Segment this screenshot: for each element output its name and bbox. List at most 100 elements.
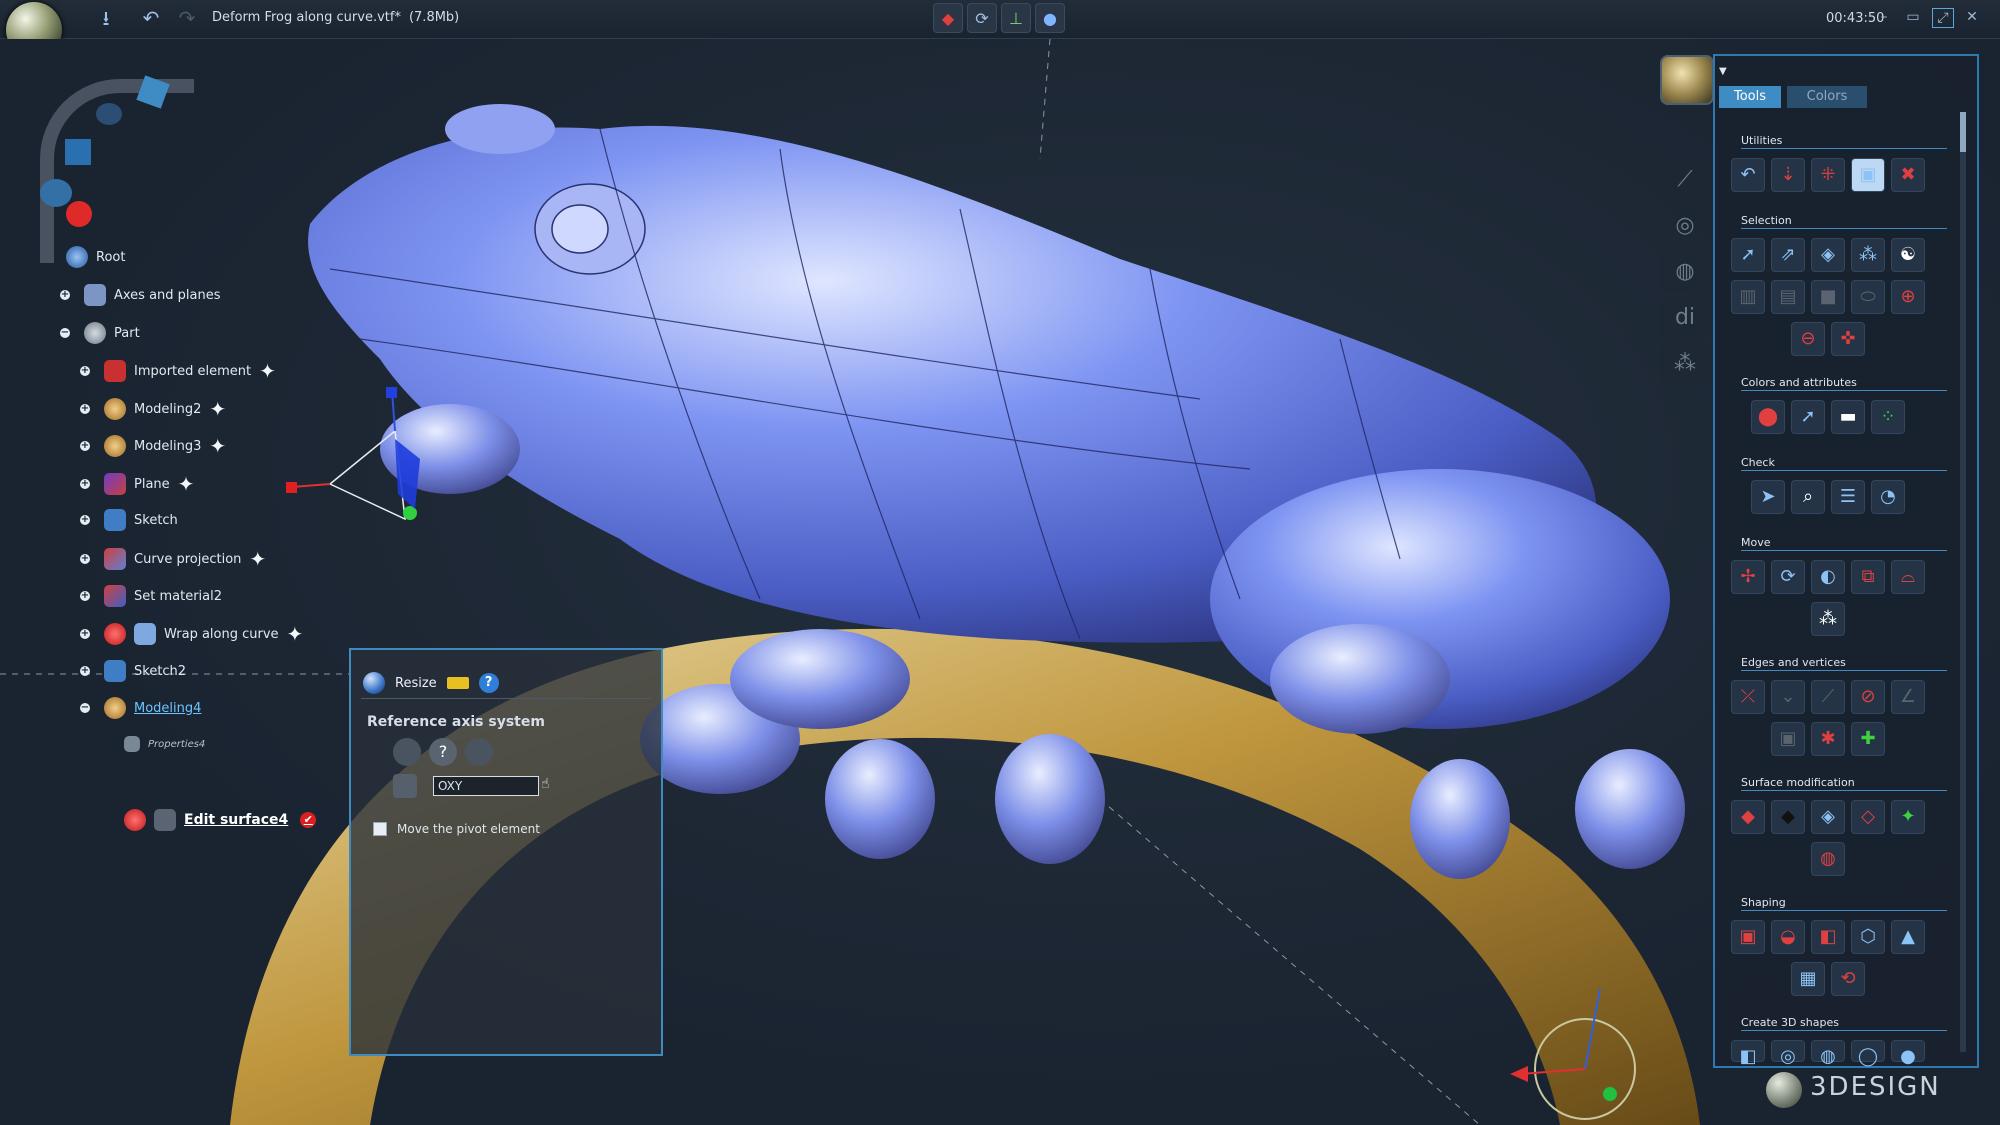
axis-system-local-icon[interactable] (465, 738, 493, 766)
shaping-grid-icon[interactable]: ▦ (1791, 962, 1825, 996)
vertex-cube-icon[interactable]: ▣ (1771, 722, 1805, 756)
fullscreen-icon[interactable]: ⤢ (1932, 8, 1954, 28)
panel-scrollbar[interactable] (1960, 112, 1966, 1052)
tree-item-axes[interactable]: + Axes and planes (60, 284, 221, 306)
check-arrow-icon[interactable]: ➤ (1751, 480, 1785, 514)
expand-icon[interactable]: + (80, 666, 90, 676)
tree-item-modeling3[interactable]: + Modeling3 ✦ (80, 434, 226, 458)
redo-icon[interactable]: ↷ (176, 7, 198, 29)
star-icon[interactable]: ✦ (249, 547, 266, 571)
move-axes-icon[interactable]: ✢ (1731, 560, 1765, 594)
select-cube-icon[interactable]: ◈ (1811, 238, 1845, 272)
tool-panel-logo-button[interactable] (1660, 55, 1714, 105)
select-remove-icon[interactable]: ⊖ (1791, 322, 1825, 356)
tree-item-modeling2[interactable]: + Modeling2 ✦ (80, 397, 226, 421)
collapse-icon[interactable]: − (60, 328, 70, 338)
select-group-icon[interactable]: ⁂ (1851, 238, 1885, 272)
view-cube-perspective-icon[interactable] (40, 179, 72, 207)
create-torus-icon[interactable]: ◯ (1851, 1040, 1885, 1067)
tree-item-curve-projection[interactable]: + Curve projection ✦ (80, 547, 266, 571)
surface-pin-icon[interactable]: ✦ (1891, 800, 1925, 834)
surface-flat-icon[interactable]: ◆ (1771, 800, 1805, 834)
tree-item-edit-surface4[interactable]: Edit surface4 ✔ (124, 809, 317, 831)
star-icon[interactable]: ✦ (209, 434, 226, 458)
layer-icon[interactable]: ▬ (1831, 400, 1865, 434)
edge-fold-icon[interactable]: ⌄ (1771, 680, 1805, 714)
expand-icon[interactable]: + (60, 290, 70, 300)
tree-item-modeling4[interactable]: − Modeling4 (80, 697, 201, 719)
edge-cut-icon[interactable]: ⟋ (1811, 680, 1845, 714)
3d-viewport[interactable]: Root + Axes and planes − Part + Imported… (0, 39, 2000, 1125)
panel-scrollbar-thumb[interactable] (1960, 112, 1966, 152)
vertex-add-icon[interactable]: ✚ (1851, 722, 1885, 756)
check-measure-icon[interactable]: ◔ (1871, 480, 1905, 514)
tab-colors[interactable]: Colors (1787, 86, 1867, 108)
shaping-dome-icon[interactable]: ◒ (1771, 920, 1805, 954)
tree-item-sketch[interactable]: + Sketch (80, 509, 178, 531)
expand-icon[interactable]: + (80, 404, 90, 414)
strip-scatter-icon[interactable]: ⁂ (1660, 343, 1710, 385)
shaping-lattice-icon[interactable]: ⬡ (1851, 920, 1885, 954)
select-arrow-icon[interactable]: ➚ (1731, 238, 1765, 272)
vertex-weld-icon[interactable]: ✱ (1811, 722, 1845, 756)
panel-menu-icon[interactable]: ▼ (1719, 66, 1727, 77)
history-tool-icon[interactable]: ⇣ (1771, 158, 1805, 192)
magnifier-icon[interactable]: ⌕ (1791, 480, 1825, 514)
move-pivot-row[interactable]: Move the pivot element (373, 822, 540, 836)
tree-item-set-material2[interactable]: + Set material2 (80, 585, 222, 607)
select-multi-icon[interactable]: ⇗ (1771, 238, 1805, 272)
move-bubbles-icon[interactable]: ⁂ (1811, 602, 1845, 636)
view-cube-magnet-icon[interactable] (66, 201, 92, 227)
strip-pattern-icon[interactable]: ◎ (1660, 205, 1710, 247)
move-scale-icon[interactable]: ⧉ (1851, 560, 1885, 594)
move-surface-icon[interactable]: ◐ (1811, 560, 1845, 594)
shaping-twist-icon[interactable]: ⟲ (1831, 962, 1865, 996)
select-invert-icon[interactable]: ☯ (1891, 238, 1925, 272)
select-filter-icon[interactable]: ✜ (1831, 322, 1865, 356)
undo-icon[interactable]: ↶ (140, 7, 162, 29)
tree-item-sketch2[interactable]: + Sketch2 (80, 660, 186, 682)
box-tool-icon[interactable]: ▣ (1851, 158, 1885, 192)
create-cylinder-icon[interactable]: ◎ (1771, 1040, 1805, 1067)
attribute-select-icon[interactable]: ➚ (1791, 400, 1825, 434)
surface-extrude-icon[interactable]: ◆ (1731, 800, 1765, 834)
color-swatches-icon[interactable]: ⁘ (1871, 400, 1905, 434)
color-pick-icon[interactable]: ⬤ (1751, 400, 1785, 434)
expand-icon[interactable]: + (80, 479, 90, 489)
view-cube-orbit-icon[interactable] (96, 103, 122, 125)
star-icon[interactable]: ✦ (287, 622, 304, 646)
tree-item-part[interactable]: − Part (60, 322, 140, 344)
axis-target-icon[interactable] (393, 774, 417, 798)
surface-bevel-icon[interactable]: ◇ (1851, 800, 1885, 834)
surface-subdivide-icon[interactable]: ◈ (1811, 800, 1845, 834)
select-columns-icon[interactable]: ▥ (1731, 280, 1765, 314)
tree-item-imported-element[interactable]: + Imported element ✦ (80, 359, 276, 383)
star-icon[interactable]: ✦ (209, 397, 226, 421)
shaping-prism-icon[interactable]: ▲ (1891, 920, 1925, 954)
rotate-view-icon[interactable]: ⟳ (967, 3, 997, 33)
undo-tool-icon[interactable]: ↶ (1731, 158, 1765, 192)
axes-view-icon[interactable]: ⊥ (1001, 3, 1031, 33)
tab-tools[interactable]: Tools (1719, 86, 1781, 108)
edge-loop-icon[interactable]: ⊘ (1851, 680, 1885, 714)
expand-icon[interactable]: + (80, 515, 90, 525)
axis-system-pick-icon[interactable]: ? (429, 738, 457, 766)
create-cube-icon[interactable]: ◧ (1731, 1040, 1765, 1067)
create-sphere-icon[interactable]: ● (1891, 1040, 1925, 1067)
shaping-split-icon[interactable]: ◧ (1811, 920, 1845, 954)
surface-mesh-sphere-icon[interactable]: ◍ (1811, 842, 1845, 876)
star-icon[interactable]: ✦ (178, 472, 195, 496)
expand-icon[interactable]: + (80, 629, 90, 639)
display-mode-icon[interactable]: ◆ (933, 3, 963, 33)
edge-split-icon[interactable]: ⤫ (1731, 680, 1765, 714)
select-block-icon[interactable]: ▤ (1771, 280, 1805, 314)
select-solid-icon[interactable]: ■ (1811, 280, 1845, 314)
strip-spline-icon[interactable]: ⟋ (1660, 159, 1710, 201)
ruler-icon[interactable] (446, 677, 469, 689)
select-add-icon[interactable]: ⊕ (1891, 280, 1925, 314)
collapse-icon[interactable]: − (80, 703, 90, 713)
render-sphere-icon[interactable]: ● (1035, 3, 1065, 33)
grid-tool-icon[interactable]: ⁜ (1811, 158, 1845, 192)
expand-icon[interactable]: + (80, 554, 90, 564)
close-icon[interactable]: ✕ (1962, 8, 1982, 26)
